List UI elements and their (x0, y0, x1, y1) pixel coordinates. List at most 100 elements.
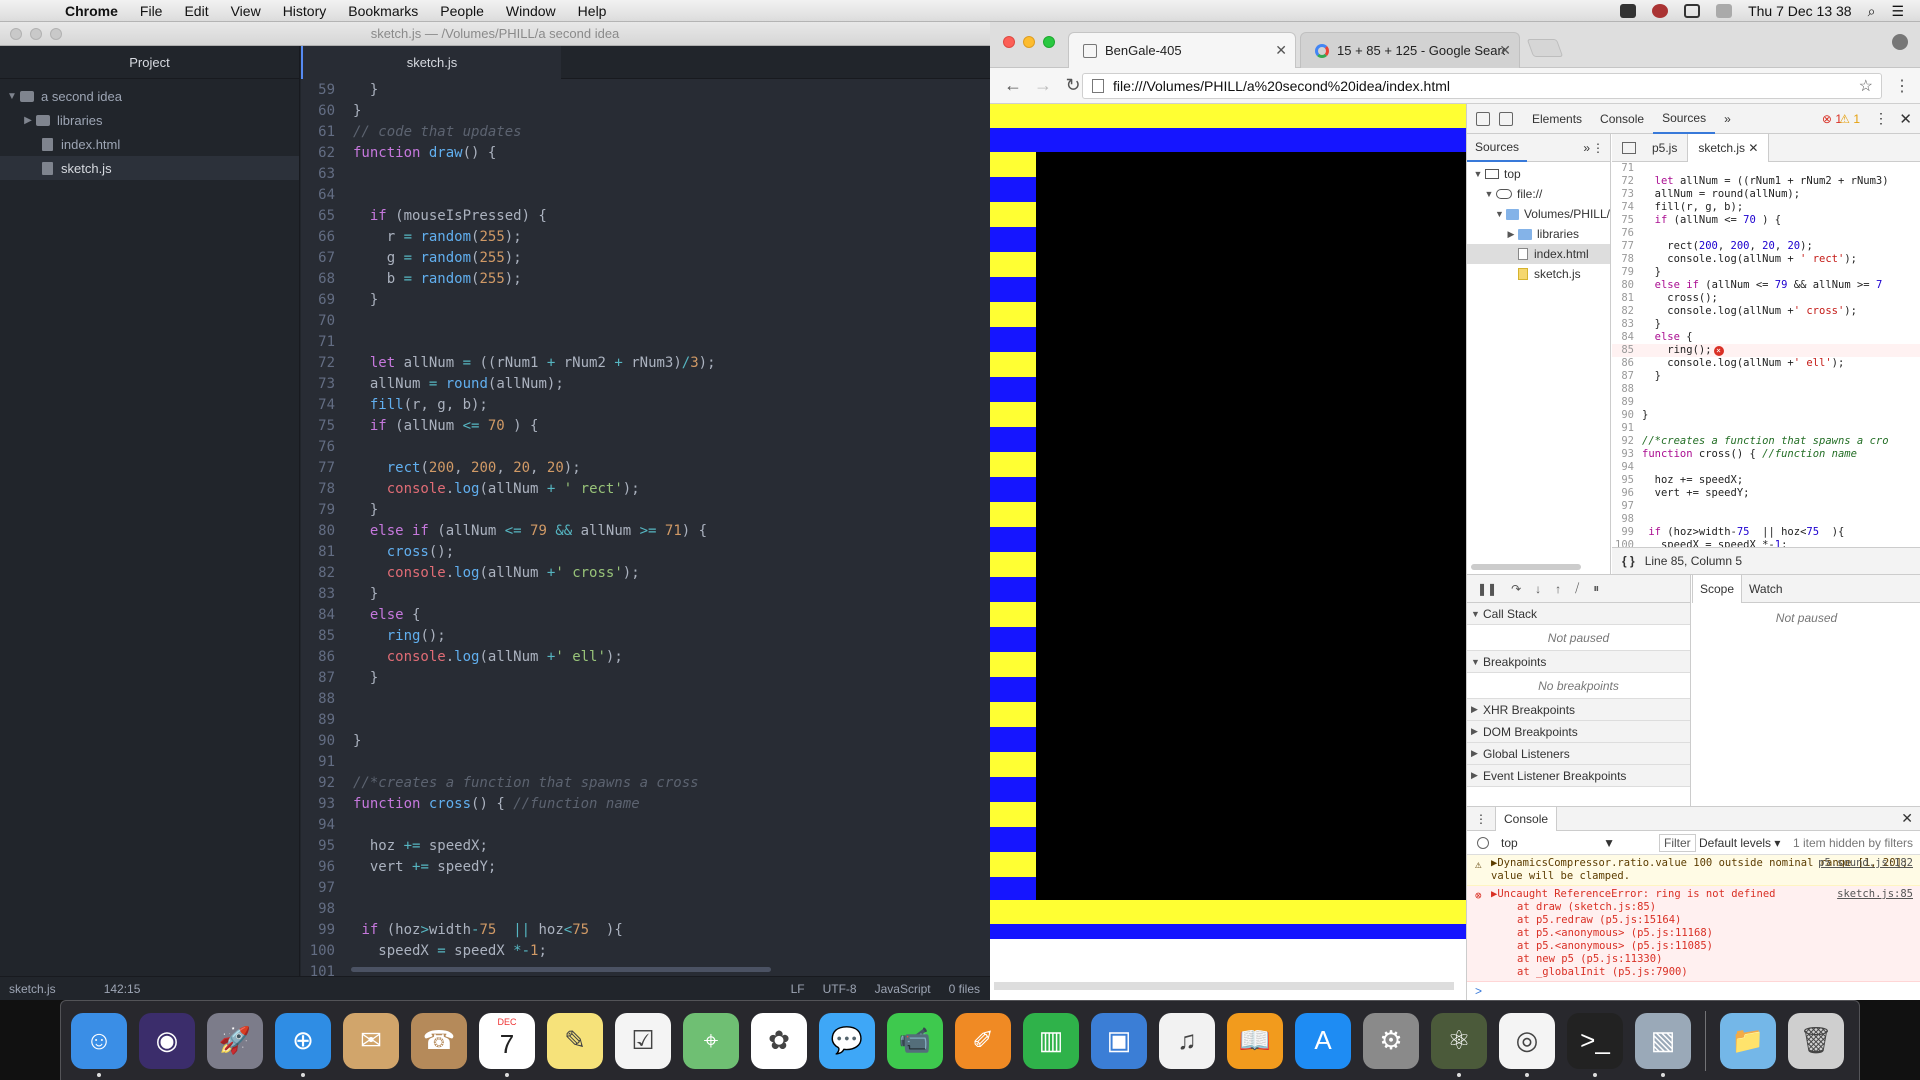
device-toolbar-icon[interactable] (1499, 111, 1513, 126)
pause-icon[interactable]: ❚❚ (1477, 582, 1497, 596)
new-tab-button[interactable] (1526, 39, 1564, 57)
code-line[interactable]: 68 b = random(255); (301, 268, 990, 289)
console-prompt[interactable]: > (1467, 982, 1920, 1000)
line-number[interactable]: 82 (1612, 305, 1634, 318)
line-number[interactable]: 89 (1612, 396, 1634, 409)
zoom-window-button[interactable] (1043, 36, 1055, 48)
source-line[interactable]: 73 allNum = round(allNum); (1612, 188, 1920, 201)
status-line-ending[interactable]: LF (791, 982, 805, 996)
line-number[interactable]: 84 (1612, 331, 1634, 344)
navigator-scrollbar[interactable] (1471, 564, 1581, 570)
chrome-menu-icon[interactable]: ⋮ (1894, 76, 1910, 96)
line-number[interactable]: 88 (1612, 383, 1634, 396)
navigator-item[interactable]: ▶ libraries (1467, 224, 1610, 244)
code-line[interactable]: 94 (301, 814, 990, 835)
source-line[interactable]: 88 (1612, 383, 1920, 396)
dock-reminders-icon[interactable]: ☑ (615, 1012, 671, 1069)
tree-item-index-html[interactable]: index.html (0, 132, 299, 156)
code-line[interactable]: 87 } (301, 667, 990, 688)
p5-canvas[interactable] (990, 104, 1466, 1000)
menu-people[interactable]: People (429, 3, 495, 19)
dock-siri-icon[interactable]: ◉ (139, 1012, 195, 1069)
breakpoints-section[interactable]: ▼ Breakpoints (1467, 651, 1690, 673)
source-line[interactable]: 95 hoz += speedX; (1612, 474, 1920, 487)
console-warning[interactable]: ⚠ ▶DynamicsCompressor.ratio.value 100 ou… (1467, 855, 1920, 886)
tab-scope[interactable]: Scope (1692, 574, 1743, 603)
status-encoding[interactable]: UTF-8 (823, 982, 857, 996)
menu-file[interactable]: File (129, 3, 174, 19)
code-line[interactable]: 63 (301, 163, 990, 184)
source-line[interactable]: 100 speedX = speedX *-1; (1612, 539, 1920, 547)
source-line[interactable]: 72 let allNum = ((rNum1 + rNum2 + rNum3) (1612, 175, 1920, 188)
line-number[interactable]: 81 (1612, 292, 1634, 305)
source-line[interactable]: 86 console.log(allNum +' ell'); (1612, 357, 1920, 370)
dock-safari-icon[interactable]: ⊕ (275, 1012, 331, 1077)
code-line[interactable]: 80 else if (allNum <= 79 && allNum >= 71… (301, 520, 990, 541)
status-k-icon[interactable] (1620, 4, 1637, 18)
bookmark-star-icon[interactable]: ☆ (1859, 76, 1873, 96)
status-app-icon[interactable] (1652, 4, 1669, 18)
code-line[interactable]: 65 if (mouseIsPressed) { (301, 205, 990, 226)
more-tabs-icon[interactable]: » (1583, 141, 1590, 155)
warning-source-link[interactable]: p5.sound.js:182 (1818, 857, 1913, 870)
source-line[interactable]: 78 console.log(allNum + ' rect'); (1612, 253, 1920, 266)
code-line[interactable]: 77 rect(200, 200, 20, 20); (301, 457, 990, 478)
line-number[interactable]: 72 (1612, 175, 1634, 188)
dock-calendar-icon[interactable]: DEC 7 (479, 1012, 535, 1077)
code-line[interactable]: 61 // code that updates (301, 121, 990, 142)
pretty-print-icon[interactable]: { } (1612, 554, 1645, 568)
line-number[interactable]: 93 (1612, 448, 1634, 461)
dock-maps-icon[interactable]: ⌖ (683, 1012, 739, 1069)
stack-frame[interactable]: at p5.<anonymous> (p5.js:11168) (1491, 927, 1913, 940)
source-line[interactable]: 96 vert += speedY; (1612, 487, 1920, 500)
source-line[interactable]: 74 fill(r, g, b); (1612, 201, 1920, 214)
line-number[interactable]: 83 (1612, 318, 1634, 331)
status-file-name[interactable]: sketch.js (0, 982, 56, 996)
code-line[interactable]: 95 hoz += speedX; (301, 835, 990, 856)
code-line[interactable]: 75 if (allNum <= 70 ) { (301, 415, 990, 436)
page-info-icon[interactable] (1092, 79, 1104, 93)
code-line[interactable]: 71 (301, 331, 990, 352)
tree-root-folder[interactable]: ▼ a second idea (0, 84, 299, 108)
dock-notes-icon[interactable]: ✎ (547, 1012, 603, 1069)
status-grammar[interactable]: JavaScript (875, 982, 931, 996)
code-line[interactable]: 64 (301, 184, 990, 205)
close-window-button[interactable] (1003, 36, 1015, 48)
dock-chrome-icon[interactable]: ◎ (1499, 1012, 1555, 1077)
log-levels-dropdown[interactable]: Default levels ▾ (1699, 836, 1780, 850)
tab-bengale-405[interactable]: BenGale-405 ✕ (1068, 32, 1296, 68)
warning-count-badge[interactable]: ⚠ 1 (1839, 112, 1860, 126)
code-line[interactable]: 59 } (301, 79, 990, 100)
more-panels-icon[interactable]: » (1715, 112, 1740, 126)
dock-ibooks-icon[interactable]: 📖 (1227, 1012, 1283, 1069)
code-line[interactable]: 81 cross(); (301, 541, 990, 562)
inspect-element-icon[interactable] (1476, 111, 1490, 126)
source-line[interactable]: 85 ring(); × (1612, 344, 1920, 357)
navigator-menu-icon[interactable]: ⋮ (1592, 141, 1604, 155)
step-into-icon[interactable]: ↓ (1535, 582, 1541, 596)
source-line[interactable]: 82 console.log(allNum +' cross'); (1612, 305, 1920, 318)
source-line[interactable]: 75 if (allNum <= 70 ) { (1612, 214, 1920, 227)
tab-console-drawer[interactable]: Console (1495, 806, 1558, 831)
drawer-menu-icon[interactable]: ⋮ (1467, 812, 1495, 826)
error-source-link[interactable]: sketch.js:85 (1837, 888, 1913, 901)
dom-breakpoints-section[interactable]: ▶ DOM Breakpoints (1467, 721, 1690, 743)
navigator-item[interactable]: ▼ Volumes/PHILL/ (1467, 204, 1610, 224)
step-over-icon[interactable]: ↷ (1511, 582, 1521, 596)
code-area[interactable]: 59 } 60} 61// code that updates 62 function … (301, 79, 990, 976)
stack-frame[interactable]: at p5.redraw (p5.js:15164) (1491, 914, 1913, 927)
code-line[interactable]: 72 let allNum = ((rNum1 + rNum2 + rNum3)… (301, 352, 990, 373)
tree-header[interactable]: Project (0, 46, 299, 79)
step-out-icon[interactable]: ↑ (1555, 582, 1561, 596)
source-line[interactable]: 87 } (1612, 370, 1920, 383)
source-line[interactable]: 79 } (1612, 266, 1920, 279)
source-line[interactable]: 97 (1612, 500, 1920, 513)
spotlight-search-icon[interactable]: ⌕ (1868, 3, 1876, 20)
source-line[interactable]: 80 else if (allNum <= 79 && allNum >= 7 (1612, 279, 1920, 292)
menubar-clock[interactable]: Thu 7 Dec 13 38 (1748, 3, 1852, 19)
close-tab-icon[interactable]: ✕ (1748, 141, 1758, 155)
dock-terminal-icon[interactable]: >_ (1567, 1012, 1623, 1077)
dock-trash-icon[interactable]: 🗑 (1788, 1012, 1844, 1069)
global-listeners-section[interactable]: ▶ Global Listeners (1467, 743, 1690, 765)
code-line[interactable]: 69 } (301, 289, 990, 310)
